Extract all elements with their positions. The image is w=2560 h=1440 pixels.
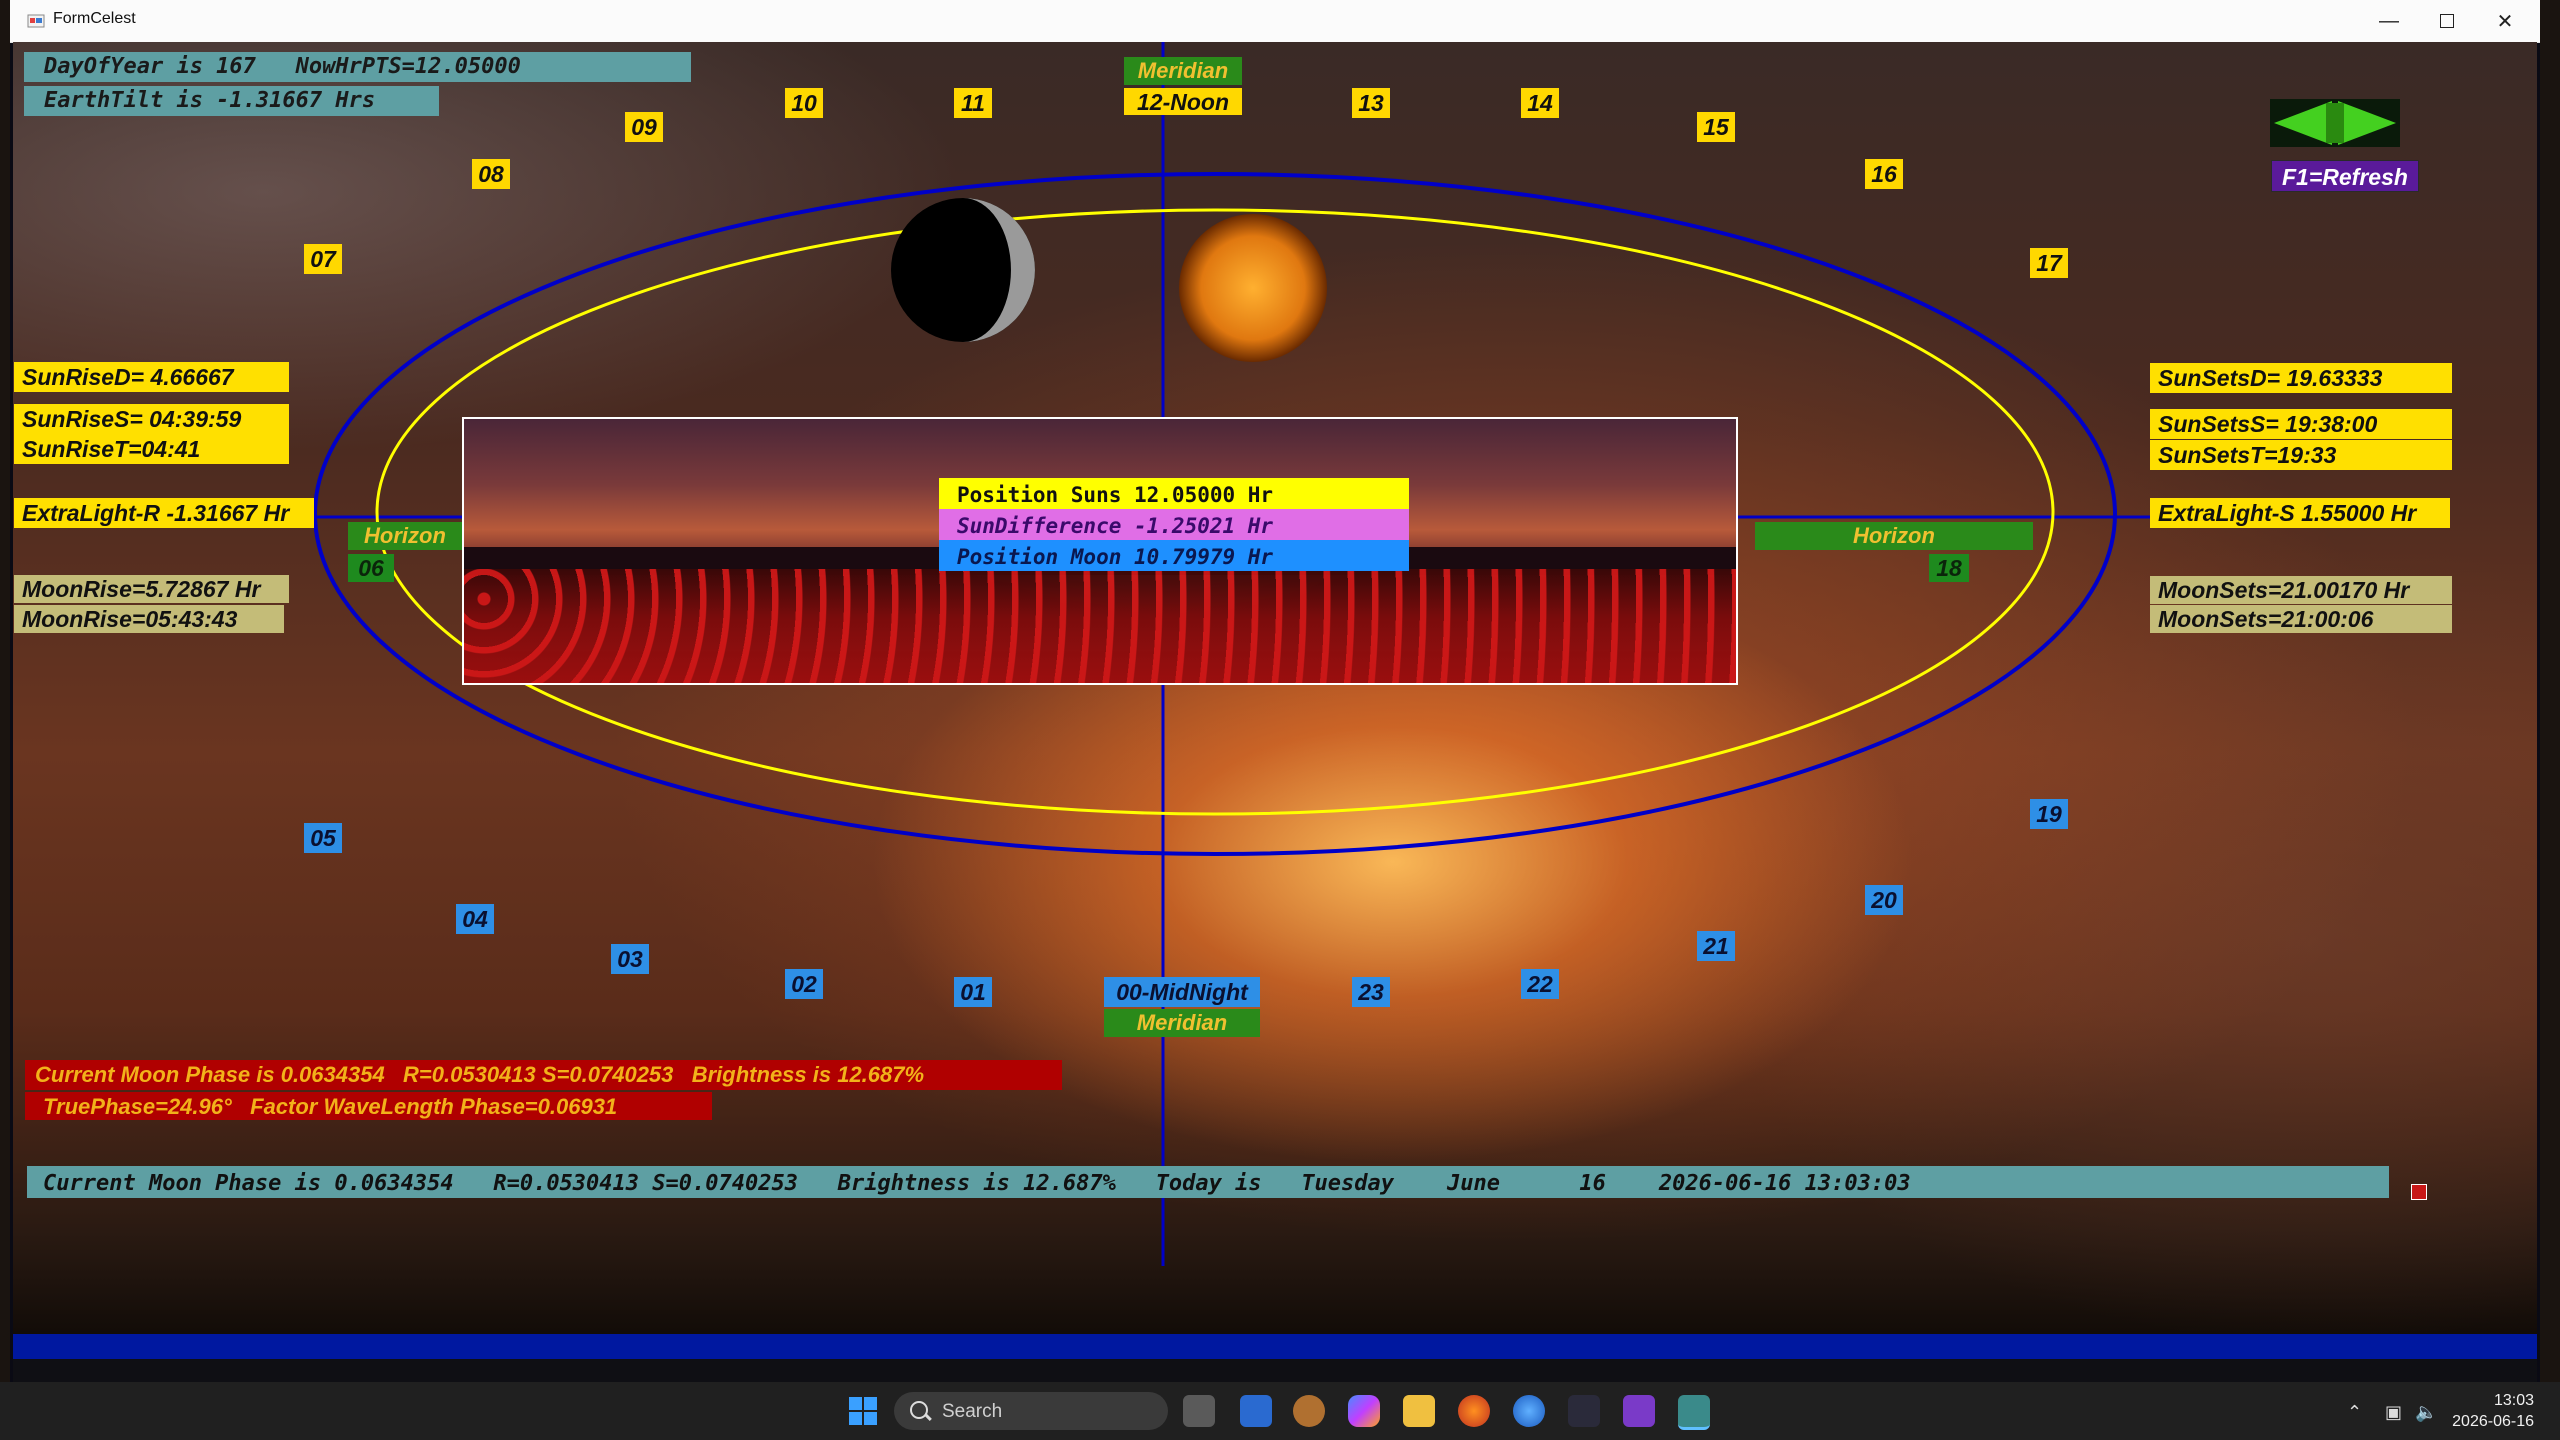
sunset-decimal-label: SunSetsD= 19.63333 [2150, 363, 2452, 393]
search-placeholder: Search [942, 1401, 1003, 1422]
paint-icon[interactable] [1293, 1395, 1325, 1427]
hour-label-16: 16 [1865, 159, 1903, 189]
app-window: FormCelest — ✕ DayOfYear is 167 NowHrPTS… [10, 0, 2540, 1382]
formcelest-app-icon[interactable] [1678, 1395, 1710, 1430]
minimize-icon: — [2379, 9, 2399, 32]
noon-label: 12-Noon [1124, 88, 1242, 115]
window-bottom-edge [13, 1359, 2537, 1382]
meridian-top-label: Meridian [1124, 57, 1242, 85]
hour-label-20: 20 [1865, 885, 1903, 915]
hour-label-23: 23 [1352, 977, 1390, 1007]
hour-label-14: 14 [1521, 88, 1559, 118]
chevron-up-icon[interactable]: ⌃ [2347, 1402, 2362, 1423]
moon-phase-line2: TruePhase=24.96° Factor WaveLength Phase… [25, 1092, 712, 1120]
taskbar: Search ⌃ ▣ 🔈 13:03 2026-06-16 [0, 1382, 2560, 1440]
taskbar-clock[interactable]: 13:03 2026-06-16 [2452, 1390, 2534, 1432]
navigation-arrows[interactable] [2270, 99, 2400, 147]
moonrise-hour-label: MoonRise=5.72867 Hr [14, 575, 289, 603]
search-icon [910, 1401, 928, 1419]
left-right-arrow-icon [2274, 101, 2396, 145]
hour-label-02: 02 [785, 969, 823, 999]
meridian-bottom-label: Meridian [1104, 1009, 1260, 1037]
browser-icon[interactable] [1513, 1395, 1545, 1427]
pen-app-icon[interactable] [1568, 1395, 1600, 1427]
windows-start-icon[interactable] [847, 1395, 879, 1427]
moonset-hour-label: MoonSets=21.00170 Hr [2150, 576, 2452, 604]
moon-position-label: Position Moon 10.79979 Hr [939, 540, 1409, 571]
sunset-seconds-label: SunSetsS= 19:38:00 [2150, 409, 2452, 439]
volume-icon[interactable]: 🔈 [2415, 1402, 2437, 1423]
hour-label-08: 08 [472, 159, 510, 189]
red-marker-icon [2411, 1184, 2427, 1200]
hour-label-15: 15 [1697, 112, 1735, 142]
app-icon [27, 14, 45, 28]
hour-label-22: 22 [1521, 969, 1559, 999]
status-line: Current Moon Phase is 0.0634354 R=0.0530… [27, 1166, 2389, 1198]
sun-position-label: Position Suns 12.05000 Hr [939, 478, 1409, 509]
moon-phase-line1: Current Moon Phase is 0.0634354 R=0.0530… [25, 1060, 1062, 1090]
copilot-icon[interactable] [1348, 1395, 1380, 1427]
orbit-diagram [263, 42, 2293, 1266]
network-icon[interactable]: ▣ [2385, 1402, 2402, 1423]
hour-label-06: 06 [348, 554, 394, 582]
clock-date: 2026-06-16 [2452, 1413, 2534, 1430]
visual-studio-icon[interactable] [1623, 1395, 1655, 1427]
moon-icon [891, 198, 1035, 342]
moonrise-time-label: MoonRise=05:43:43 [14, 605, 284, 633]
minimize-button[interactable]: — [2360, 0, 2418, 42]
taskbar-search[interactable]: Search [894, 1392, 1168, 1430]
extralight-rise-label: ExtraLight-R -1.31667 Hr [14, 498, 314, 528]
sun-icon [1179, 214, 1327, 362]
earth-tilt-label: EarthTilt is -1.31667 Hrs [24, 86, 439, 116]
horizon-label-left: Horizon [348, 522, 462, 550]
sun-difference-label: SunDifference -1.25021 Hr [939, 509, 1409, 540]
sunrise-time-label: SunRiseT=04:41 [14, 434, 289, 464]
hour-label-13: 13 [1352, 88, 1390, 118]
hour-label-19: 19 [2030, 799, 2068, 829]
sunrise-seconds-label: SunRiseS= 04:39:59 [14, 404, 289, 434]
poppy-field [464, 569, 1736, 683]
sunrise-decimal-label: SunRiseD= 4.66667 [14, 362, 289, 392]
title-bar[interactable]: FormCelest — ✕ [10, 0, 2540, 43]
hour-label-10: 10 [785, 88, 823, 118]
hour-label-21: 21 [1697, 931, 1735, 961]
celestial-canvas: DayOfYear is 167 NowHrPTS=12.05000 Earth… [13, 42, 2537, 1334]
hour-label-17: 17 [2030, 248, 2068, 278]
firefox-icon[interactable] [1458, 1395, 1490, 1427]
hour-label-07: 07 [304, 244, 342, 274]
hour-label-05: 05 [304, 823, 342, 853]
close-button[interactable]: ✕ [2476, 0, 2534, 42]
file-explorer-icon[interactable] [1403, 1395, 1435, 1427]
sunset-time-label: SunSetsT=19:33 [2150, 440, 2452, 470]
close-icon: ✕ [2496, 10, 2514, 33]
horizon-label-right: Horizon [1755, 522, 2033, 550]
task-view-icon[interactable] [1183, 1395, 1215, 1427]
extralight-set-label: ExtraLight-S 1.55000 Hr [2150, 498, 2450, 528]
hour-label-03: 03 [611, 944, 649, 974]
hour-label-18: 18 [1929, 554, 1969, 582]
midnight-label: 00-MidNight [1104, 977, 1260, 1007]
clock-time: 13:03 [2493, 1392, 2534, 1409]
bottom-strip [13, 1334, 2537, 1359]
maximize-icon [2440, 14, 2454, 28]
hour-label-11: 11 [954, 88, 992, 118]
day-of-year-label: DayOfYear is 167 NowHrPTS=12.05000 [24, 52, 691, 82]
maximize-button[interactable] [2418, 0, 2476, 42]
hour-label-09: 09 [625, 112, 663, 142]
hour-label-01: 01 [954, 977, 992, 1007]
camera-app-icon[interactable] [1240, 1395, 1272, 1427]
moonset-time-label: MoonSets=21:00:06 [2150, 605, 2452, 633]
window-title: FormCelest [53, 10, 136, 27]
hour-label-04: 04 [456, 904, 494, 934]
refresh-button[interactable]: F1=Refresh [2271, 160, 2419, 192]
